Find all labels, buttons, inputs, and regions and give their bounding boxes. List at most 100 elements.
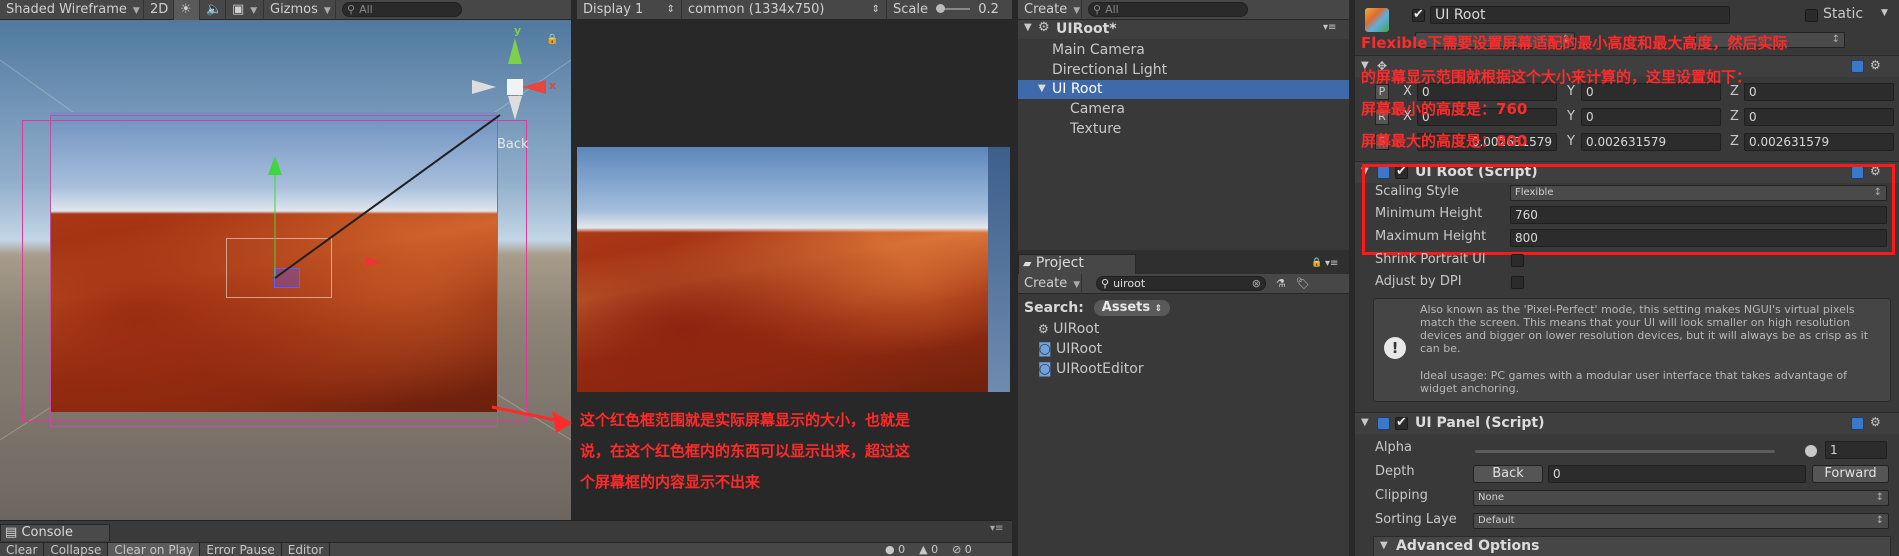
- clear-search-icon[interactable]: ⊗: [1252, 277, 1261, 290]
- scale-slider[interactable]: [936, 4, 971, 13]
- static-checkbox[interactable]: [1805, 9, 1818, 22]
- effects-dropdown[interactable]: ▣ ▼: [226, 0, 264, 20]
- hierarchy-item-main-camera[interactable]: Main Camera: [1052, 42, 1145, 58]
- advanced-options-foldout[interactable]: ▼ Advanced Options: [1373, 536, 1891, 556]
- lighting-toggle[interactable]: ☀: [174, 0, 200, 20]
- scale-slider-thumb[interactable]: [936, 4, 946, 13]
- clear-on-play-button[interactable]: Clear on Play: [108, 543, 201, 556]
- display-dropdown[interactable]: Display 1 ⇕: [577, 0, 682, 20]
- settings-gear-icon[interactable]: ⚙: [1870, 415, 1881, 429]
- static-dropdown-arrow[interactable]: ▼: [1881, 8, 1888, 18]
- filter-label-icon[interactable]: 🏷: [1296, 277, 1310, 290]
- project-menu-icon[interactable]: ▾≡: [1325, 258, 1338, 269]
- help-book-icon[interactable]: [1851, 417, 1864, 430]
- depth-field[interactable]: 0: [1548, 465, 1806, 483]
- render-mode-dropdown[interactable]: Shaded Wireframe ▼: [0, 0, 144, 20]
- scene-search-placeholder: All: [359, 3, 373, 16]
- rotation-y-field[interactable]: 0: [1581, 108, 1721, 126]
- sorting-layer-label: Sorting Laye: [1375, 512, 1457, 527]
- hierarchy-create-button[interactable]: Create ▼: [1018, 0, 1082, 20]
- axis-y-cone[interactable]: [508, 38, 522, 64]
- shrink-portrait-checkbox[interactable]: [1511, 254, 1524, 267]
- axis-neg-x-cone[interactable]: [472, 80, 496, 94]
- adjust-dpi-checkbox[interactable]: [1511, 276, 1524, 289]
- axis-z-label: Z: [1730, 109, 1739, 124]
- expand-arrow-icon[interactable]: ▼: [1038, 83, 1046, 94]
- project-result-row[interactable]: ⚙ UIRoot: [1038, 321, 1099, 337]
- project-search-input[interactable]: ⚲ uiroot ⊗: [1096, 276, 1266, 291]
- gizmos-dropdown[interactable]: Gizmos ▼: [264, 0, 336, 20]
- editor-button[interactable]: Editor: [282, 543, 331, 556]
- csharp-script-icon: ◙: [1038, 341, 1052, 357]
- console-tab[interactable]: ▤ Console: [0, 524, 110, 541]
- collapse-button[interactable]: Collapse: [44, 543, 109, 556]
- console-menu-icon[interactable]: ▾≡: [990, 523, 1003, 534]
- warning-count[interactable]: ▲ 0: [919, 543, 938, 556]
- ui-panel-script-header[interactable]: ▼ UI Panel (Script) ⚙: [1355, 412, 1899, 434]
- axis-x-cone[interactable]: [522, 80, 546, 94]
- help-book-icon[interactable]: [1851, 60, 1864, 73]
- info-count[interactable]: ● 0: [885, 543, 905, 556]
- hierarchy-menu-icon[interactable]: ▾≡: [1323, 22, 1336, 33]
- render-mode-label: Shaded Wireframe: [6, 1, 127, 17]
- settings-gear-icon[interactable]: ⚙: [1870, 58, 1881, 72]
- folder-icon: ▰: [1023, 257, 1032, 270]
- alpha-slider[interactable]: [1475, 450, 1775, 453]
- hierarchy-item-texture[interactable]: Texture: [1070, 121, 1121, 137]
- 2d-toggle[interactable]: 2D: [144, 0, 174, 20]
- assets-scope-button[interactable]: Assets ⇕: [1093, 300, 1171, 316]
- object-name-field[interactable]: UI Root: [1430, 6, 1730, 24]
- hierarchy-search-placeholder: All: [1105, 3, 1119, 16]
- depth-forward-button[interactable]: Forward: [1812, 465, 1889, 483]
- axis-center-cube[interactable]: [507, 79, 523, 95]
- depth-back-button[interactable]: Back: [1473, 465, 1543, 483]
- inspector-annotation-line: Flexible下需要设置屏幕适配的最小高度和最大高度，然后实际: [1361, 34, 1788, 52]
- scene-toolbar: Shaded Wireframe ▼ 2D ☀ 🔈 ▣ ▼ Gizmos ▼ ⚲ All: [0, 0, 571, 20]
- axis-x-label: x: [549, 79, 557, 92]
- project-tab-label: Project: [1035, 255, 1084, 271]
- hierarchy-item-directional-light[interactable]: Directional Light: [1052, 62, 1167, 78]
- scene-search-input[interactable]: ⚲ All: [342, 2, 462, 17]
- scene-root-row[interactable]: ▼ ⚙ UIRoot* ▾≡: [1018, 20, 1349, 39]
- search-scope-row: Search: Assets ⇕: [1024, 298, 1171, 318]
- hierarchy-item-ui-root[interactable]: ▼ UI Root: [1018, 80, 1349, 99]
- project-result-row[interactable]: ◙ UIRoot: [1038, 341, 1102, 357]
- resolution-dropdown[interactable]: common (1334x750) ⇕: [682, 0, 887, 20]
- axis-neg-y-cone[interactable]: [508, 96, 522, 120]
- adjust-dpi-label: Adjust by DPI: [1375, 274, 1462, 289]
- audio-toggle[interactable]: 🔈: [200, 0, 226, 20]
- chevron-down-icon: ▼: [250, 5, 258, 16]
- error-count[interactable]: ⊘ 0: [952, 543, 972, 556]
- hierarchy-search-wrap: ⚲ All: [1082, 2, 1248, 17]
- hierarchy-search-input[interactable]: ⚲ All: [1088, 2, 1248, 17]
- position-z-field[interactable]: 0: [1744, 83, 1894, 101]
- project-create-button[interactable]: Create ▼: [1018, 273, 1082, 294]
- orientation-gizmo[interactable]: x y: [470, 24, 560, 138]
- filter-type-icon[interactable]: ⚗: [1276, 277, 1286, 290]
- alpha-slider-knob[interactable]: [1805, 445, 1817, 457]
- clear-button[interactable]: Clear: [0, 543, 45, 556]
- scale-y-field[interactable]: 0.002631579: [1581, 133, 1721, 151]
- project-tab[interactable]: ▰ Project: [1018, 254, 1136, 274]
- info-count-value: 0: [898, 543, 906, 556]
- alpha-field[interactable]: 1: [1825, 441, 1887, 459]
- rotation-z-field[interactable]: 0: [1744, 108, 1894, 126]
- active-checkbox[interactable]: [1412, 7, 1425, 22]
- sorting-layer-dropdown[interactable]: Default: [1473, 513, 1889, 529]
- axis-y-label: Y: [1567, 134, 1575, 149]
- console-toolbar: Clear Collapse Clear on Play Error Pause…: [0, 542, 1012, 556]
- project-result-row[interactable]: ◙ UIRootEditor: [1038, 361, 1144, 377]
- hierarchy-panel: ▼ ⚙ UIRoot* ▾≡ Main Camera Directional L…: [1018, 20, 1349, 250]
- alpha-label: Alpha: [1375, 440, 1412, 455]
- lock-icon[interactable]: 🔒: [546, 34, 558, 45]
- project-result-label: UIRoot: [1056, 341, 1103, 357]
- hierarchy-item-camera[interactable]: Camera: [1070, 101, 1125, 117]
- error-pause-button[interactable]: Error Pause: [200, 543, 282, 556]
- ui-panel-enabled-checkbox[interactable]: [1395, 415, 1408, 430]
- lock-icon[interactable]: 🔒: [1311, 258, 1322, 268]
- expand-arrow-icon[interactable]: ▼: [1024, 22, 1032, 33]
- annotation-arrow: [491, 405, 572, 433]
- clipping-dropdown[interactable]: None: [1473, 490, 1889, 506]
- scale-z-field[interactable]: 0.002631579: [1744, 133, 1894, 151]
- sun-icon: ☀: [180, 1, 192, 17]
